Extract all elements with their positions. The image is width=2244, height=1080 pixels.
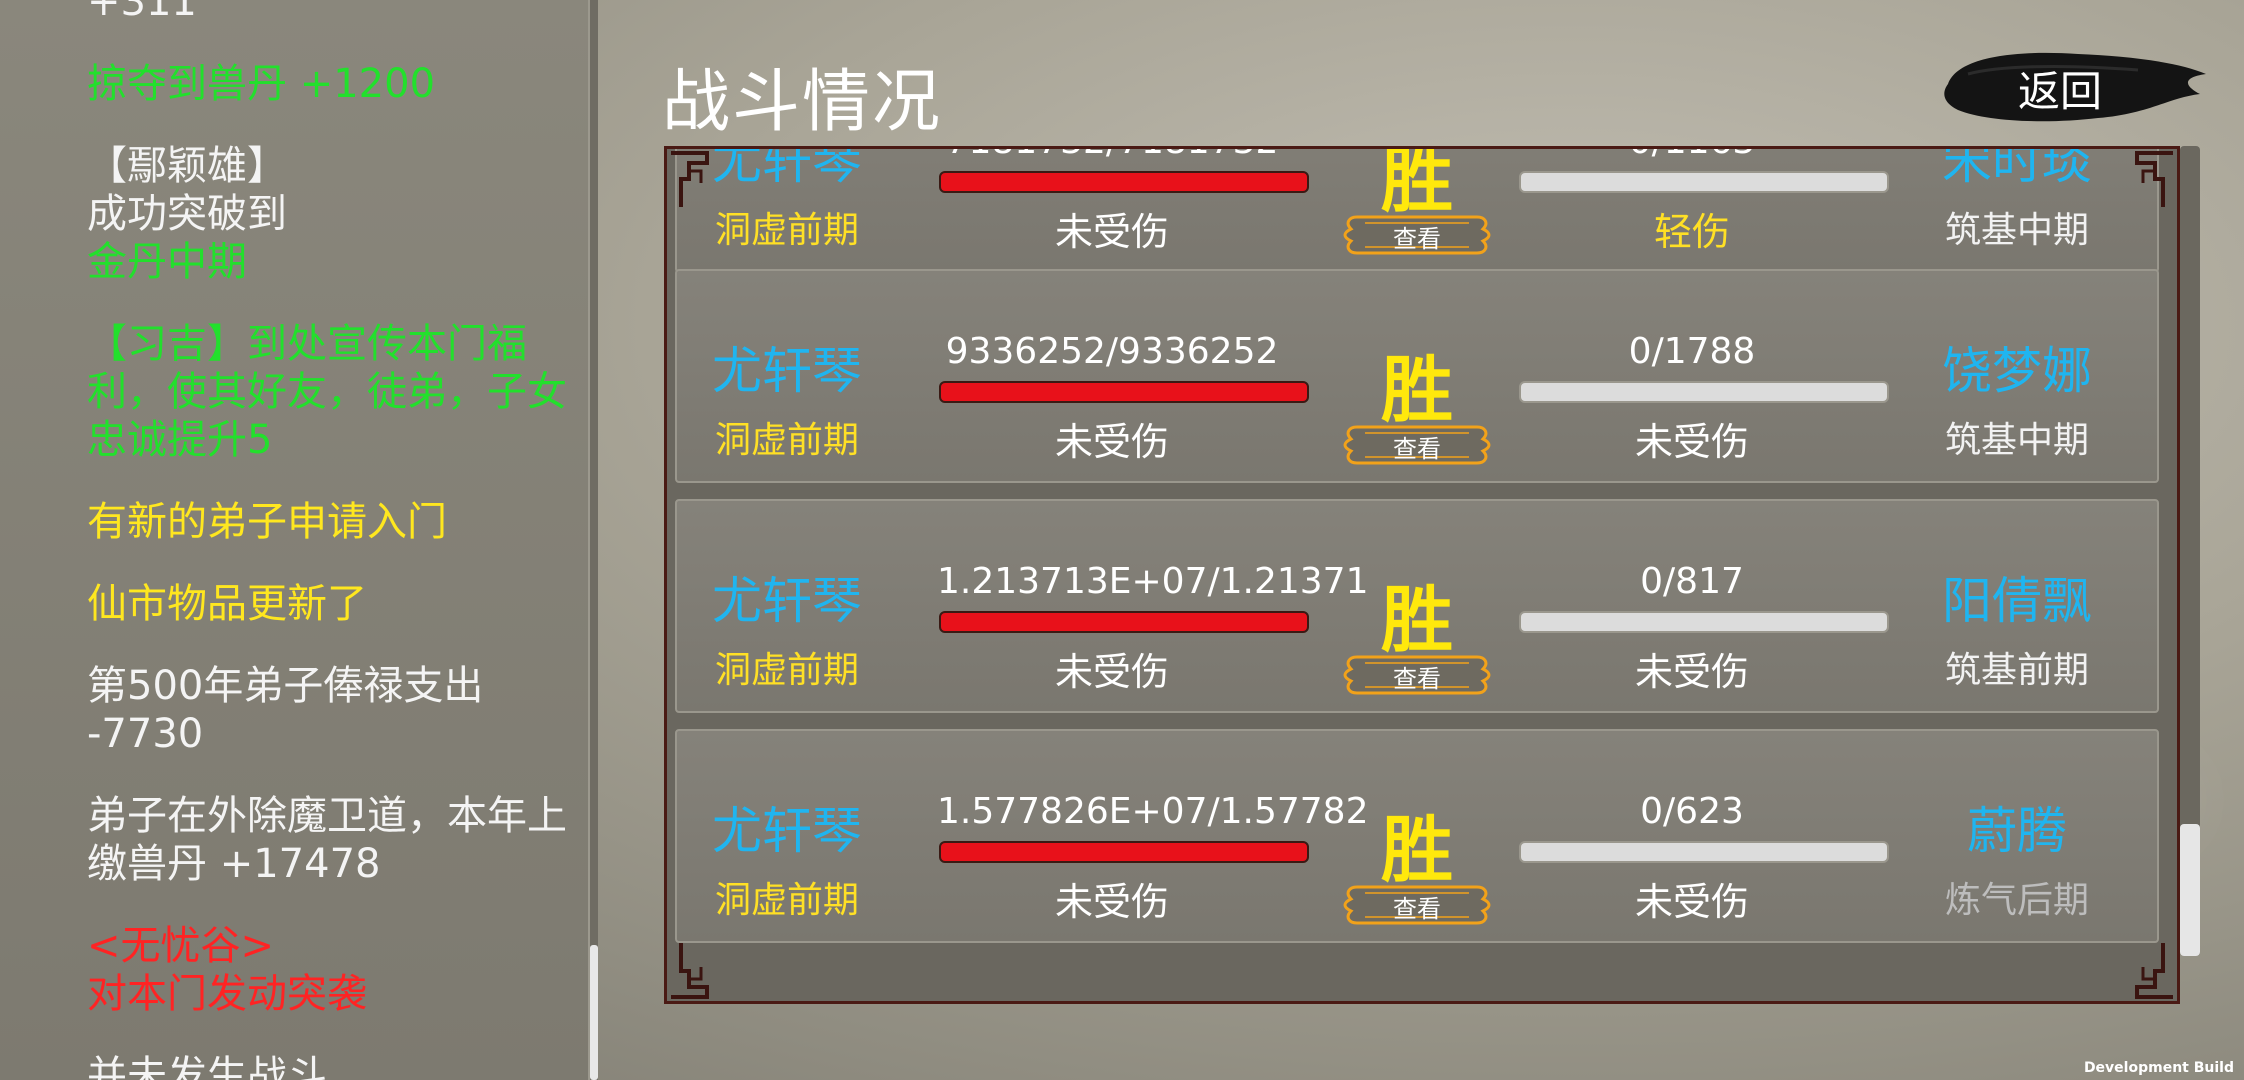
log-entry: 有新的弟子申请入门: [87, 498, 567, 546]
right-fighter-hp: 0/1163: [1517, 149, 1867, 162]
back-button[interactable]: 返回: [1938, 44, 2208, 130]
left-fighter-realm: 洞虚前期: [714, 880, 859, 921]
right-fighter-hp: 0/1788: [1628, 331, 1756, 372]
log-entry-text: 【鄢颖雄】: [87, 143, 287, 189]
log-entry: 并未发生战斗: [87, 1052, 567, 1080]
log-entry: 第500年弟子俸禄支出 -7730: [87, 662, 567, 758]
log-entry: <无忧谷> 对本门发动突袭: [87, 922, 567, 1018]
log-entry-text: 仙市物品更新了: [87, 581, 367, 627]
log-entry-text: 并未发生战斗: [87, 1053, 327, 1080]
left-fighter-status: 未受伤: [1054, 210, 1169, 254]
left-fighter-status: 未受伤: [1054, 880, 1169, 924]
corner-ornament-icon: [671, 943, 709, 999]
log-entry-text: 掠夺到兽丹 +1200: [87, 61, 436, 107]
right-fighter-name: 宋时琰: [1942, 146, 2092, 190]
left-fighter-status: 未受伤: [1054, 650, 1169, 694]
right-fighter-realm: 筑基中期: [1944, 210, 2089, 251]
left-fighter-realm: 洞虚前期: [714, 420, 859, 461]
right-fighter-status: 未受伤: [1634, 650, 1749, 694]
back-button-label: 返回: [2018, 67, 2103, 116]
view-button-label: 查看: [1393, 665, 1441, 693]
log-entry: 弟子在外除魔卫道，本年上缴兽丹 +17478: [87, 792, 567, 888]
log-entry: +311: [87, 0, 567, 26]
battle-row: 尤轩琴 洞虚前期 1.577826E+07/1.57782 未受伤胜 0/623 未受伤蔚…: [675, 729, 2159, 943]
log-entry-text: 【习吉】到处宣传本门福利，使其好友，徒弟，子女忠诚提升5: [87, 321, 567, 463]
right-hp-bar: [1519, 611, 1889, 633]
view-battle-button[interactable]: 查看: [1343, 419, 1491, 471]
log-entry: 掠夺到兽丹 +1200: [87, 60, 567, 108]
right-fighter-status: 未受伤: [1634, 880, 1749, 924]
right-fighter-status: 轻伤: [1653, 210, 1730, 254]
view-battle-button[interactable]: 查看: [1343, 879, 1491, 931]
event-log-panel[interactable]: +311 掠夺到兽丹 +1200 【鄢颖雄】 成功突破到 金丹中期 【习吉】到处宣传本门福…: [0, 0, 590, 1080]
battle-list-scrollbar[interactable]: [2180, 146, 2200, 956]
log-entry-text: -7730: [87, 711, 204, 757]
left-fighter-hp: 9336252/9336252: [945, 331, 1279, 372]
right-fighter-hp: 0/623: [1640, 791, 1744, 832]
log-entry: 【鄢颖雄】 成功突破到 金丹中期: [87, 142, 567, 286]
right-fighter-status: 未受伤: [1634, 420, 1749, 464]
view-button-label: 查看: [1393, 895, 1441, 923]
log-entry-text: +311: [87, 0, 197, 25]
right-fighter-name: 蔚腾: [1967, 802, 2067, 860]
left-fighter-realm: 洞虚前期: [714, 650, 859, 691]
left-fighter-hp: 7181732/7181732: [937, 149, 1287, 162]
battle-row: 尤轩琴 洞虚前期 1.213713E+07/1.21371 未受伤胜 0/817 未受伤阳…: [675, 499, 2159, 713]
development-build-label: Development Build: [2083, 1060, 2234, 1076]
left-hp-bar: [939, 171, 1309, 193]
right-hp-bar: [1519, 381, 1889, 403]
view-button-label: 查看: [1393, 435, 1441, 463]
battle-list-scroll-thumb[interactable]: [2180, 824, 2200, 956]
right-hp-bar: [1519, 841, 1889, 863]
left-fighter-hp: 1.577826E+07/1.57782: [937, 791, 1369, 832]
corner-ornament-icon: [2135, 151, 2173, 207]
view-battle-button[interactable]: 查看: [1343, 649, 1491, 701]
left-fighter-name: 尤轩琴: [712, 342, 862, 400]
battle-row: 尤轩琴 洞虚前期 9336252/9336252 未受伤胜 0/1788 未受伤 饶梦娜 筑基…: [675, 269, 2159, 483]
left-hp-bar: [939, 841, 1309, 863]
log-entry-text: 金丹中期: [87, 239, 247, 285]
battle-result-list[interactable]: 尤轩琴洞虚前期7181732/7181732未受伤胜0/1163轻伤宋时琰筑基中…: [664, 146, 2180, 1004]
log-scroll-thumb[interactable]: [590, 945, 598, 1080]
left-fighter-name: 尤轩琴: [712, 802, 862, 860]
left-fighter-hp: 1.213713E+07/1.21371: [937, 561, 1369, 602]
log-entry-text: <无忧谷>: [87, 923, 275, 969]
left-fighter-name: 尤轩琴: [712, 572, 862, 630]
log-scrollbar[interactable]: [590, 0, 598, 1080]
view-button-label: 查看: [1393, 225, 1441, 253]
left-fighter-status: 未受伤: [1054, 420, 1169, 464]
right-fighter-hp: 0/817: [1640, 561, 1744, 602]
battle-row: 尤轩琴洞虚前期7181732/7181732未受伤胜0/1163轻伤宋时琰筑基中…: [675, 146, 2159, 273]
corner-ornament-icon: [671, 151, 709, 207]
log-entry: 【习吉】到处宣传本门福利，使其好友，徒弟，子女忠诚提升5: [87, 320, 567, 464]
log-entry-text: 弟子在外除魔卫道，本年上缴兽丹 +17478: [87, 793, 567, 887]
right-fighter-realm: 筑基前期: [1944, 650, 2089, 691]
log-entry-text: 对本门发动突袭: [87, 971, 367, 1017]
right-fighter-realm: 炼气后期: [1944, 880, 2089, 921]
page-title: 战斗情况: [662, 63, 943, 142]
right-fighter-realm: 筑基中期: [1944, 420, 2089, 461]
right-fighter-name: 阳倩飘: [1942, 572, 2092, 630]
log-entry-text: 成功突破到: [87, 191, 287, 237]
log-entry-text: 有新的弟子申请入门: [87, 499, 447, 545]
right-hp-bar: [1519, 171, 1889, 193]
left-hp-bar: [939, 381, 1309, 403]
log-entry-text: 第500年弟子俸禄支出: [87, 663, 484, 709]
view-battle-button[interactable]: 查看: [1343, 209, 1491, 261]
log-entry: 仙市物品更新了: [87, 580, 567, 628]
event-log-list: +311 掠夺到兽丹 +1200 【鄢颖雄】 成功突破到 金丹中期 【习吉】到处宣传本门福…: [87, 0, 567, 1080]
right-fighter-name: 饶梦娜: [1942, 342, 2092, 400]
left-hp-bar: [939, 611, 1309, 633]
corner-ornament-icon: [2135, 943, 2173, 999]
